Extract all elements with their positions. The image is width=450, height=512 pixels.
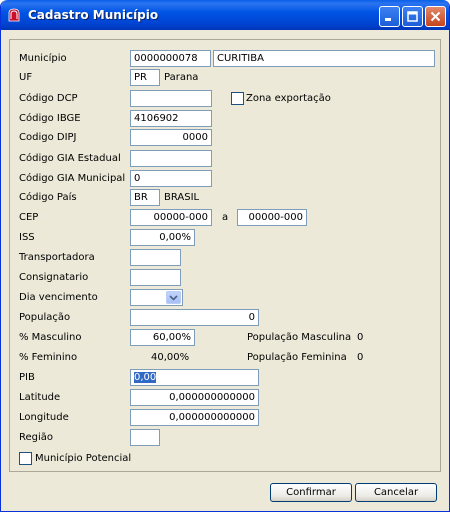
latitude-field[interactable]: 0,000000000000 — [130, 389, 259, 406]
municipio-potencial-label[interactable]: Município Potencial — [35, 453, 131, 465]
zona-exportacao-label[interactable]: Zona exportação — [246, 93, 331, 105]
codigo-gia-estadual-label: Código GIA Estadual — [19, 153, 121, 164]
populacao-feminina-value: 0 — [357, 352, 364, 363]
uf-label: UF — [19, 72, 33, 83]
codigo-pais-code-field[interactable]: BR — [130, 189, 160, 206]
cep-from-field[interactable]: 00000-000 — [130, 209, 212, 226]
populacao-feminina-label: População Feminina — [247, 352, 347, 363]
transportadora-label: Transportadora — [19, 252, 95, 263]
pct-feminino-label: % Feminino — [19, 352, 78, 363]
form-panel: Município 0000000078 CURITIBA UF PR Para… — [9, 39, 441, 472]
cep-label: CEP — [19, 212, 39, 223]
codigo-gia-municipal-label: Código GIA Municipal — [19, 173, 126, 184]
pct-feminino-value: 40,00% — [151, 352, 190, 363]
cancelar-button-label: Cancelar — [373, 487, 419, 498]
dia-vencimento-select[interactable] — [130, 289, 183, 306]
populacao-label: População — [19, 312, 71, 323]
window-title: Cadastro Município — [28, 8, 159, 22]
iss-field[interactable]: 0,00% — [130, 229, 195, 246]
dialog-body: Município 0000000078 CURITIBA UF PR Para… — [4, 30, 446, 508]
municipio-code-field[interactable]: 0000000078 — [130, 50, 211, 67]
codigo-dipj-field[interactable]: 0000 — [130, 129, 212, 146]
codigo-pais-label: Código País — [19, 192, 77, 203]
populacao-masculina-value: 0 — [357, 332, 364, 343]
pct-masculino-field[interactable]: 60,00% — [130, 329, 195, 346]
title-bar[interactable]: Cadastro Município — [1, 0, 449, 30]
populacao-masculina-label: População Masculina — [247, 332, 352, 343]
zona-exportacao-checkbox[interactable] — [231, 92, 244, 105]
codigo-dcp-field[interactable] — [130, 90, 212, 107]
cep-to-field[interactable]: 00000-000 — [237, 209, 307, 226]
uf-name-text: Parana — [164, 72, 199, 83]
cancelar-button[interactable]: Cancelar — [355, 483, 437, 502]
populacao-field[interactable]: 0 — [130, 309, 259, 326]
minimize-button[interactable] — [379, 6, 400, 27]
municipio-name-field[interactable]: CURITIBA — [213, 50, 435, 67]
app-icon — [8, 8, 20, 22]
minimize-icon — [385, 18, 391, 21]
longitude-field[interactable]: 0,000000000000 — [130, 409, 259, 426]
maximize-button[interactable] — [402, 6, 423, 27]
close-icon — [430, 11, 441, 22]
municipio-potencial-checkbox[interactable] — [19, 452, 32, 465]
municipio-label: Município — [19, 53, 67, 64]
transportadora-field[interactable] — [130, 249, 181, 266]
iss-label: ISS — [19, 232, 35, 243]
chevron-down-icon — [169, 294, 178, 301]
consignatario-field[interactable] — [130, 269, 181, 286]
codigo-gia-municipal-field[interactable]: 0 — [130, 170, 212, 187]
codigo-dcp-label: Código DCP — [19, 93, 78, 104]
pib-field[interactable]: 0,00 — [130, 369, 259, 386]
dia-vencimento-label: Dia vencimento — [19, 292, 98, 303]
pib-label: PIB — [19, 372, 35, 383]
codigo-ibge-label: Código IBGE — [19, 113, 81, 124]
codigo-gia-estadual-field[interactable] — [130, 150, 212, 167]
consignatario-label: Consignatario — [19, 272, 89, 283]
cadastro-municipio-window: Cadastro Município Município 0000000078 … — [0, 0, 450, 512]
regiao-label: Região — [19, 432, 54, 443]
pib-value: 0,00 — [134, 372, 157, 383]
codigo-ibge-field[interactable]: 4106902 — [130, 110, 212, 127]
confirmar-button-label: Confirmar — [286, 487, 336, 498]
longitude-label: Longitude — [19, 412, 69, 423]
dropdown-arrow[interactable] — [166, 291, 181, 304]
maximize-icon — [407, 11, 418, 22]
uf-code-field[interactable]: PR — [130, 69, 160, 86]
pct-masculino-label: % Masculino — [19, 332, 82, 343]
regiao-field[interactable] — [130, 429, 160, 446]
codigo-pais-name-text: BRASIL — [164, 192, 200, 203]
cep-separator: a — [222, 212, 229, 223]
latitude-label: Latitude — [19, 392, 61, 403]
confirmar-button[interactable]: Confirmar — [270, 483, 352, 502]
close-button[interactable] — [425, 6, 446, 27]
codigo-dipj-label: Codigo DIPJ — [19, 132, 77, 143]
